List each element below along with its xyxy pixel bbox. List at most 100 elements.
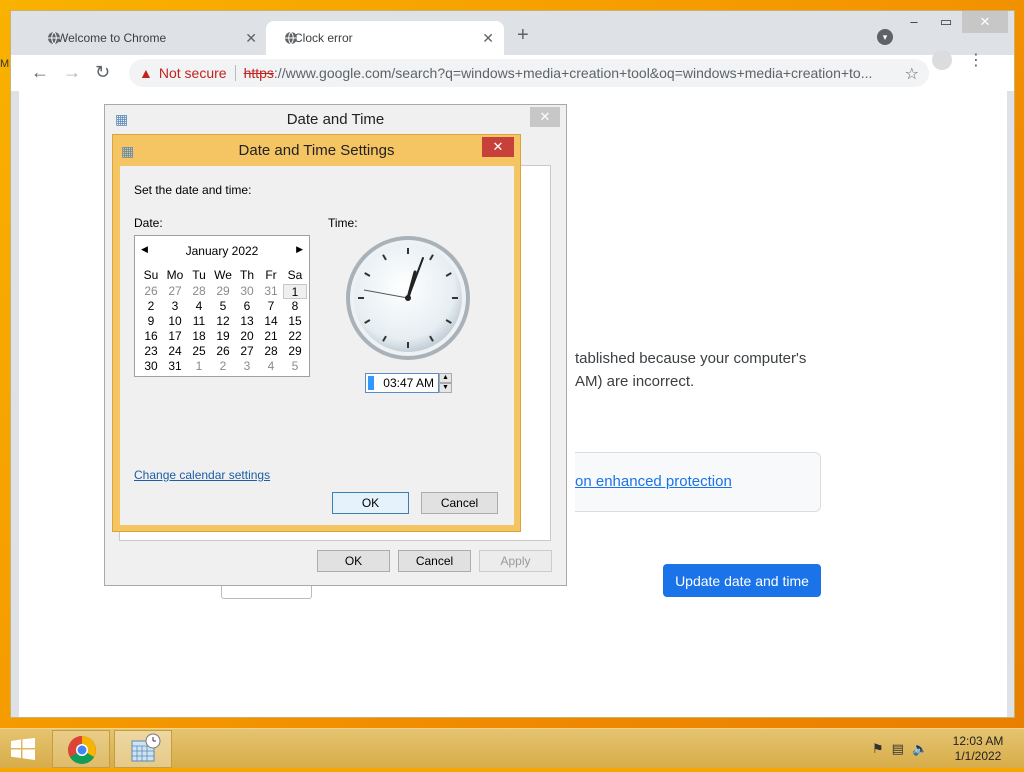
calendar-day[interactable]: 1 [187,359,211,374]
calendar-day[interactable]: 2 [139,299,163,314]
close-window-button[interactable]: ✕ [962,11,1008,33]
calendar-day[interactable]: 21 [259,329,283,344]
calendar-day[interactable]: 19 [211,329,235,344]
weekday-label: Sa [287,268,303,282]
next-month-arrow-icon[interactable]: ▶ [296,244,303,255]
calendar-day[interactable]: 7 [259,299,283,314]
calendar-day[interactable]: 3 [235,359,259,374]
calendar-day[interactable]: 11 [187,314,211,329]
calendar-day[interactable]: 5 [283,359,307,374]
calendar-day[interactable]: 10 [163,314,187,329]
tab-close-icon[interactable]: ✕ [482,30,494,47]
calendar-day[interactable]: 20 [235,329,259,344]
enhanced-protection-link[interactable]: on enhanced protection [575,473,732,490]
calendar-day[interactable]: 29 [283,344,307,359]
apply-button[interactable]: Apply [479,550,552,572]
calendar-day[interactable]: 28 [259,344,283,359]
browser-toolbar: ← → ↻ ▲ Not secure https ://www.google.c… [11,55,1014,91]
calendar-day[interactable]: 31 [259,284,283,299]
close-button[interactable]: ✕ [530,107,560,127]
error-text-line: AM) are incorrect. [575,373,695,390]
calendar-day[interactable]: 26 [211,344,235,359]
action-center-flag-icon[interactable]: ⚑ [872,741,884,757]
tab-clock-error[interactable]: Clock error ✕ [266,21,504,55]
spin-up-arrow-icon[interactable]: ▲ [439,373,452,383]
calendar-day[interactable]: 16 [139,329,163,344]
weekday-label: We [214,268,232,282]
ok-button[interactable]: OK [317,550,390,572]
calendar-day[interactable]: 8 [283,299,307,314]
update-date-time-button[interactable]: Update date and time [663,564,821,597]
calendar-day[interactable]: 25 [187,344,211,359]
close-button[interactable]: ✕ [482,137,514,157]
enhanced-protection-box: on enhanced protection [575,452,821,512]
ok-button[interactable]: OK [332,492,409,514]
menu-icon[interactable]: ⋮ [968,50,984,70]
date-and-time-settings-dialog: ▦ Date and Time Settings ✕ Set the date … [112,134,521,532]
calendar-day[interactable]: 27 [163,284,187,299]
url-scheme: https [243,65,274,81]
calendar-day[interactable]: 9 [139,314,163,329]
address-bar[interactable]: ▲ Not secure https ://www.google.com/sea… [129,59,929,87]
calendar-day[interactable]: 4 [187,299,211,314]
weekday-label: Fr [265,268,277,282]
desktop-edge-fragment: M [0,58,10,70]
security-label[interactable]: Not secure [159,65,227,81]
cancel-button[interactable]: Cancel [421,492,498,514]
calendar-day[interactable]: 29 [211,284,235,299]
profile-avatar-icon[interactable] [932,50,952,70]
calendar-day[interactable]: 27 [235,344,259,359]
taskbar-date-time-icon[interactable] [114,730,172,768]
taskbar-clock[interactable]: 12:03 AM 1/1/2022 [940,734,1016,764]
dialog-title: Date and Time [105,105,566,133]
globe-icon [47,31,61,48]
new-tab-button[interactable]: + [517,25,529,45]
calendar-month-label[interactable]: January 2022 [135,244,309,258]
calendar-day[interactable]: 30 [235,284,259,299]
spin-down-arrow-icon[interactable]: ▼ [439,383,452,393]
calendar-day[interactable]: 26 [139,284,163,299]
calendar-day[interactable]: 12 [211,314,235,329]
tab-close-icon[interactable]: ✕ [245,30,257,47]
calendar-day[interactable]: 17 [163,329,187,344]
partially-hidden-button[interactable] [221,585,312,599]
network-icon[interactable]: ▤ [892,741,904,757]
reload-button[interactable]: ↻ [95,63,110,81]
time-value: 03:47 AM [383,376,434,390]
calendar-day[interactable]: 2 [211,359,235,374]
calendar-day[interactable]: 23 [139,344,163,359]
tab-strip: Welcome to Chrome ✕ Clock error ✕ + ▾ – … [11,11,1014,55]
calendar-day[interactable]: 6 [235,299,259,314]
change-calendar-settings-link[interactable]: Change calendar settings [134,468,270,482]
calendar-day[interactable]: 18 [187,329,211,344]
calendar-day[interactable]: 22 [283,329,307,344]
volume-muted-icon[interactable]: 🔈 [912,741,928,757]
tab-title: Clock error [294,31,353,45]
windows-start-icon[interactable] [10,738,36,760]
minimize-button[interactable]: – [898,11,930,33]
omnibox-separator [234,65,236,81]
calendar-day-grid: 26 27 28 29 30 31 1 2 3 4 5 6 7 8 9 10 11 12 13 14 15 16 17 18 1… [139,284,307,374]
back-button[interactable]: ← [31,63,49,81]
maximize-button[interactable]: ▭ [930,11,962,33]
bookmark-star-icon[interactable]: ☆ [905,64,919,84]
forward-button[interactable]: → [63,63,81,81]
cancel-button[interactable]: Cancel [398,550,471,572]
time-input[interactable]: 03:47 AM [365,373,439,393]
calendar-day[interactable]: 31 [163,359,187,374]
calendar-day[interactable]: 30 [139,359,163,374]
calendar-day[interactable]: 3 [163,299,187,314]
globe-icon [284,31,298,48]
taskbar-chrome-icon[interactable] [52,730,110,768]
calendar-day[interactable]: 24 [163,344,187,359]
calendar-day[interactable]: 28 [187,284,211,299]
calendar-day[interactable]: 14 [259,314,283,329]
calendar-day[interactable]: 13 [235,314,259,329]
calendar-day[interactable]: 15 [283,314,307,329]
tab-search-icon[interactable]: ▾ [877,29,893,45]
calendar-day[interactable]: 4 [259,359,283,374]
calendar-day[interactable]: 5 [211,299,235,314]
calendar-picker[interactable]: ◀ January 2022 ▶ Su Mo Tu We Th Fr Sa 26 27 28 29… [134,235,310,377]
tab-welcome[interactable]: Welcome to Chrome ✕ [29,21,267,55]
calendar-day[interactable]: 1 [283,284,307,299]
